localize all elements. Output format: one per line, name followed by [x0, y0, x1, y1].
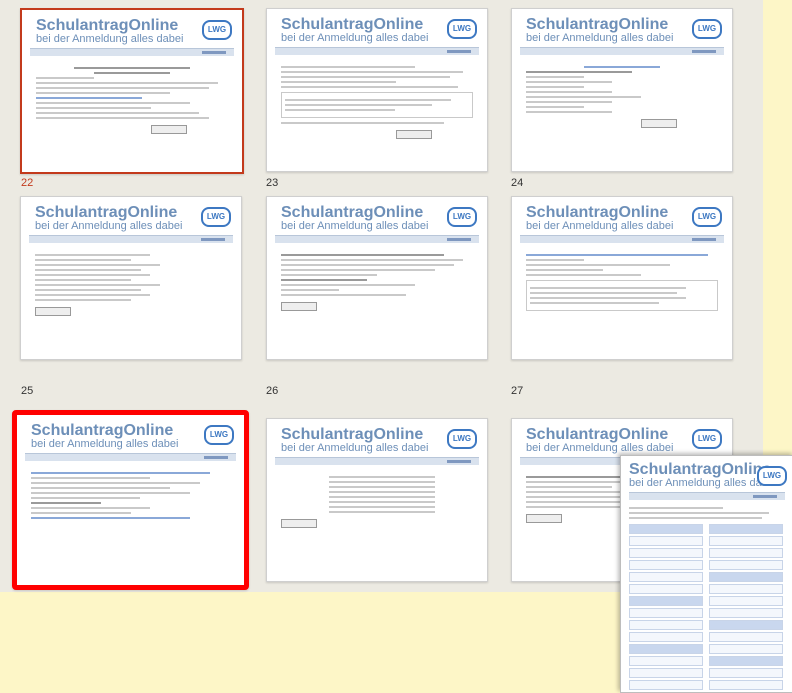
page-thumbnail-22[interactable]: SchulantragOnline bei der Anmeldung alle… [20, 8, 244, 174]
preview-column-right [709, 524, 783, 692]
page-number-25: 25 [21, 385, 34, 397]
logo-icon: LWG [757, 466, 787, 486]
logo-icon: LWG [692, 207, 722, 227]
logo-icon: LWG [692, 19, 722, 39]
logo-icon: LWG [447, 19, 477, 39]
page-thumbnail-23[interactable]: SchulantragOnline bei der Anmeldung alle… [266, 8, 488, 172]
logo-icon: LWG [201, 207, 231, 227]
page-preview-popup[interactable]: SchulantragOnline bei der Anmeldung alle… [620, 455, 792, 693]
page-number-23: 23 [266, 177, 279, 189]
page-thumbnail-26[interactable]: SchulantragOnline bei der Anmeldung alle… [266, 196, 488, 360]
page-thumbnail-27[interactable]: SchulantragOnline bei der Anmeldung alle… [511, 196, 733, 360]
page-thumbnail-24[interactable]: SchulantragOnline bei der Anmeldung alle… [511, 8, 733, 172]
logo-icon: LWG [692, 429, 722, 449]
page-thumbnail-25[interactable]: SchulantragOnline bei der Anmeldung alle… [20, 196, 242, 360]
page-number-26: 26 [266, 385, 279, 397]
page-number-22: 22 [21, 177, 34, 189]
page-thumbnail-29[interactable]: SchulantragOnline bei der Anmeldung alle… [266, 418, 488, 582]
preview-column-left [629, 524, 703, 692]
logo-icon: LWG [202, 20, 232, 40]
logo-icon: LWG [447, 207, 477, 227]
logo-icon: LWG [447, 429, 477, 449]
logo-icon: LWG [204, 425, 234, 445]
page-number-27: 27 [511, 385, 524, 397]
brand: SchulantragOnline bei der Anmeldung alle… [36, 17, 184, 45]
page-number-24: 24 [511, 177, 524, 189]
page-thumbnail-28[interactable]: SchulantragOnline bei der Anmeldung alle… [12, 410, 249, 590]
